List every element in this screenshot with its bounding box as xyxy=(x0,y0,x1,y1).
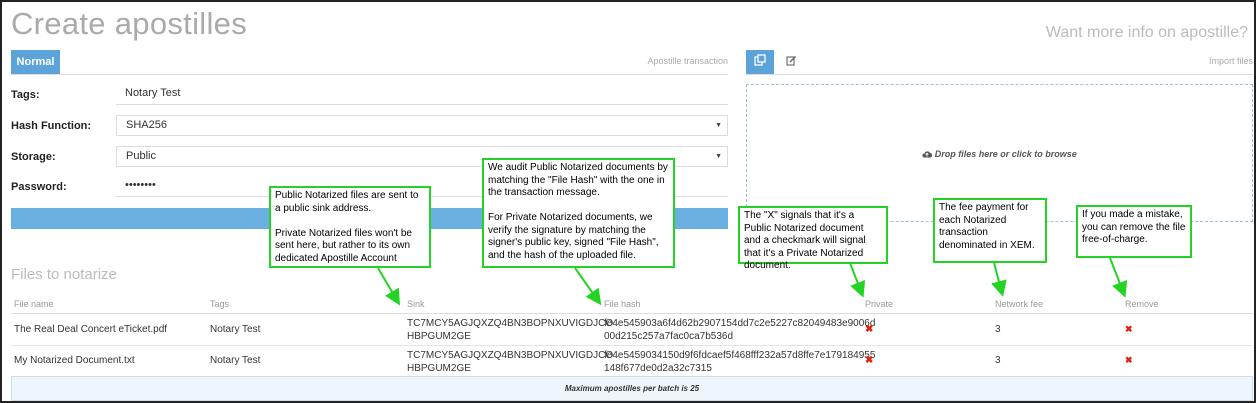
fee-callout-arrow xyxy=(991,262,1007,297)
sink-callout-arrow xyxy=(377,267,401,306)
private-callout: The "X" signals that it's a Public Notar… xyxy=(738,206,888,271)
sink-callout: Public Notarized files are sent to a pub… xyxy=(269,186,431,268)
file-hash-callout: We audit Public Notarized documents by m… xyxy=(482,158,675,268)
private-callout-arrow xyxy=(849,262,866,298)
network-fee-callout: The fee payment for each Notarized trans… xyxy=(933,198,1047,263)
remove-callout: If you made a mistake, you can remove th… xyxy=(1076,205,1192,258)
remove-callout-arrow xyxy=(1109,257,1128,298)
app-frame: Create apostilles Want more info on apos… xyxy=(0,0,1256,403)
hash-callout-arrow xyxy=(574,267,602,306)
